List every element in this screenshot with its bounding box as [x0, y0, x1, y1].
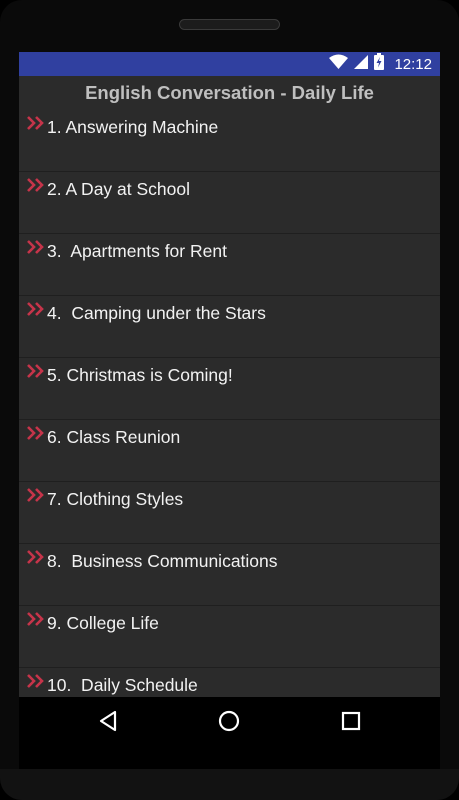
list-item[interactable]: 3. Apartments for Rent — [19, 234, 440, 296]
double-chevron-right-icon — [27, 302, 45, 316]
list-item[interactable]: 9. College Life — [19, 606, 440, 668]
double-chevron-right-icon — [27, 116, 45, 130]
wifi-icon — [329, 54, 349, 74]
phone-frame: 12:12 English Conversation - Daily Life … — [0, 0, 459, 800]
list-item-label: 4. Camping under the Stars — [47, 303, 266, 323]
double-chevron-right-icon — [27, 364, 45, 378]
double-chevron-right-icon — [27, 550, 45, 564]
double-chevron-right-icon — [27, 674, 45, 688]
bottom-bezel — [0, 769, 459, 800]
list-item-label: 3. Apartments for Rent — [47, 241, 227, 261]
list-item[interactable]: 4. Camping under the Stars — [19, 296, 440, 358]
list-item-label: 2. A Day at School — [47, 179, 191, 199]
status-bar: 12:12 — [19, 52, 440, 76]
list-item[interactable]: 5. Christmas is Coming! — [19, 358, 440, 420]
list-item-label: 6. Class Reunion — [47, 427, 181, 447]
double-chevron-right-icon — [27, 488, 45, 502]
speaker-grille — [179, 19, 280, 30]
home-icon — [218, 710, 240, 737]
list-item[interactable]: 10. Daily Schedule — [19, 668, 440, 697]
lesson-list: 1. Answering Machine 2. A Day at School 3.… — [19, 110, 440, 697]
recents-button[interactable] — [321, 697, 381, 749]
double-chevron-right-icon — [27, 426, 45, 440]
back-button[interactable] — [78, 697, 138, 749]
list-item-label: 8. Business Communications — [47, 551, 278, 571]
list-item[interactable]: 1. Answering Machine — [19, 110, 440, 172]
app-title: English Conversation - Daily Life — [85, 82, 374, 103]
list-item[interactable]: 2. A Day at School — [19, 172, 440, 234]
cell-signal-icon — [354, 54, 369, 74]
double-chevron-right-icon — [27, 612, 45, 626]
double-chevron-right-icon — [27, 178, 45, 192]
home-button[interactable] — [199, 697, 259, 749]
screen: 12:12 English Conversation - Daily Life … — [19, 52, 440, 769]
recents-icon — [341, 711, 361, 736]
list-item[interactable]: 6. Class Reunion — [19, 420, 440, 482]
battery-charging-icon — [374, 53, 385, 75]
list-item[interactable]: 8. Business Communications — [19, 544, 440, 606]
list-item-label: 7. Clothing Styles — [47, 489, 184, 509]
list-item-label: 10. Daily Schedule — [47, 675, 198, 695]
back-icon — [98, 710, 118, 737]
list-item[interactable]: 7. Clothing Styles — [19, 482, 440, 544]
list-item-label: 1. Answering Machine — [47, 117, 219, 137]
status-icons: 12:12 — [329, 52, 432, 76]
navigation-bar — [19, 697, 440, 769]
status-time: 12:12 — [394, 55, 432, 73]
list-item-label: 9. College Life — [47, 613, 159, 633]
double-chevron-right-icon — [27, 240, 45, 254]
list-item-label: 5. Christmas is Coming! — [47, 365, 233, 385]
